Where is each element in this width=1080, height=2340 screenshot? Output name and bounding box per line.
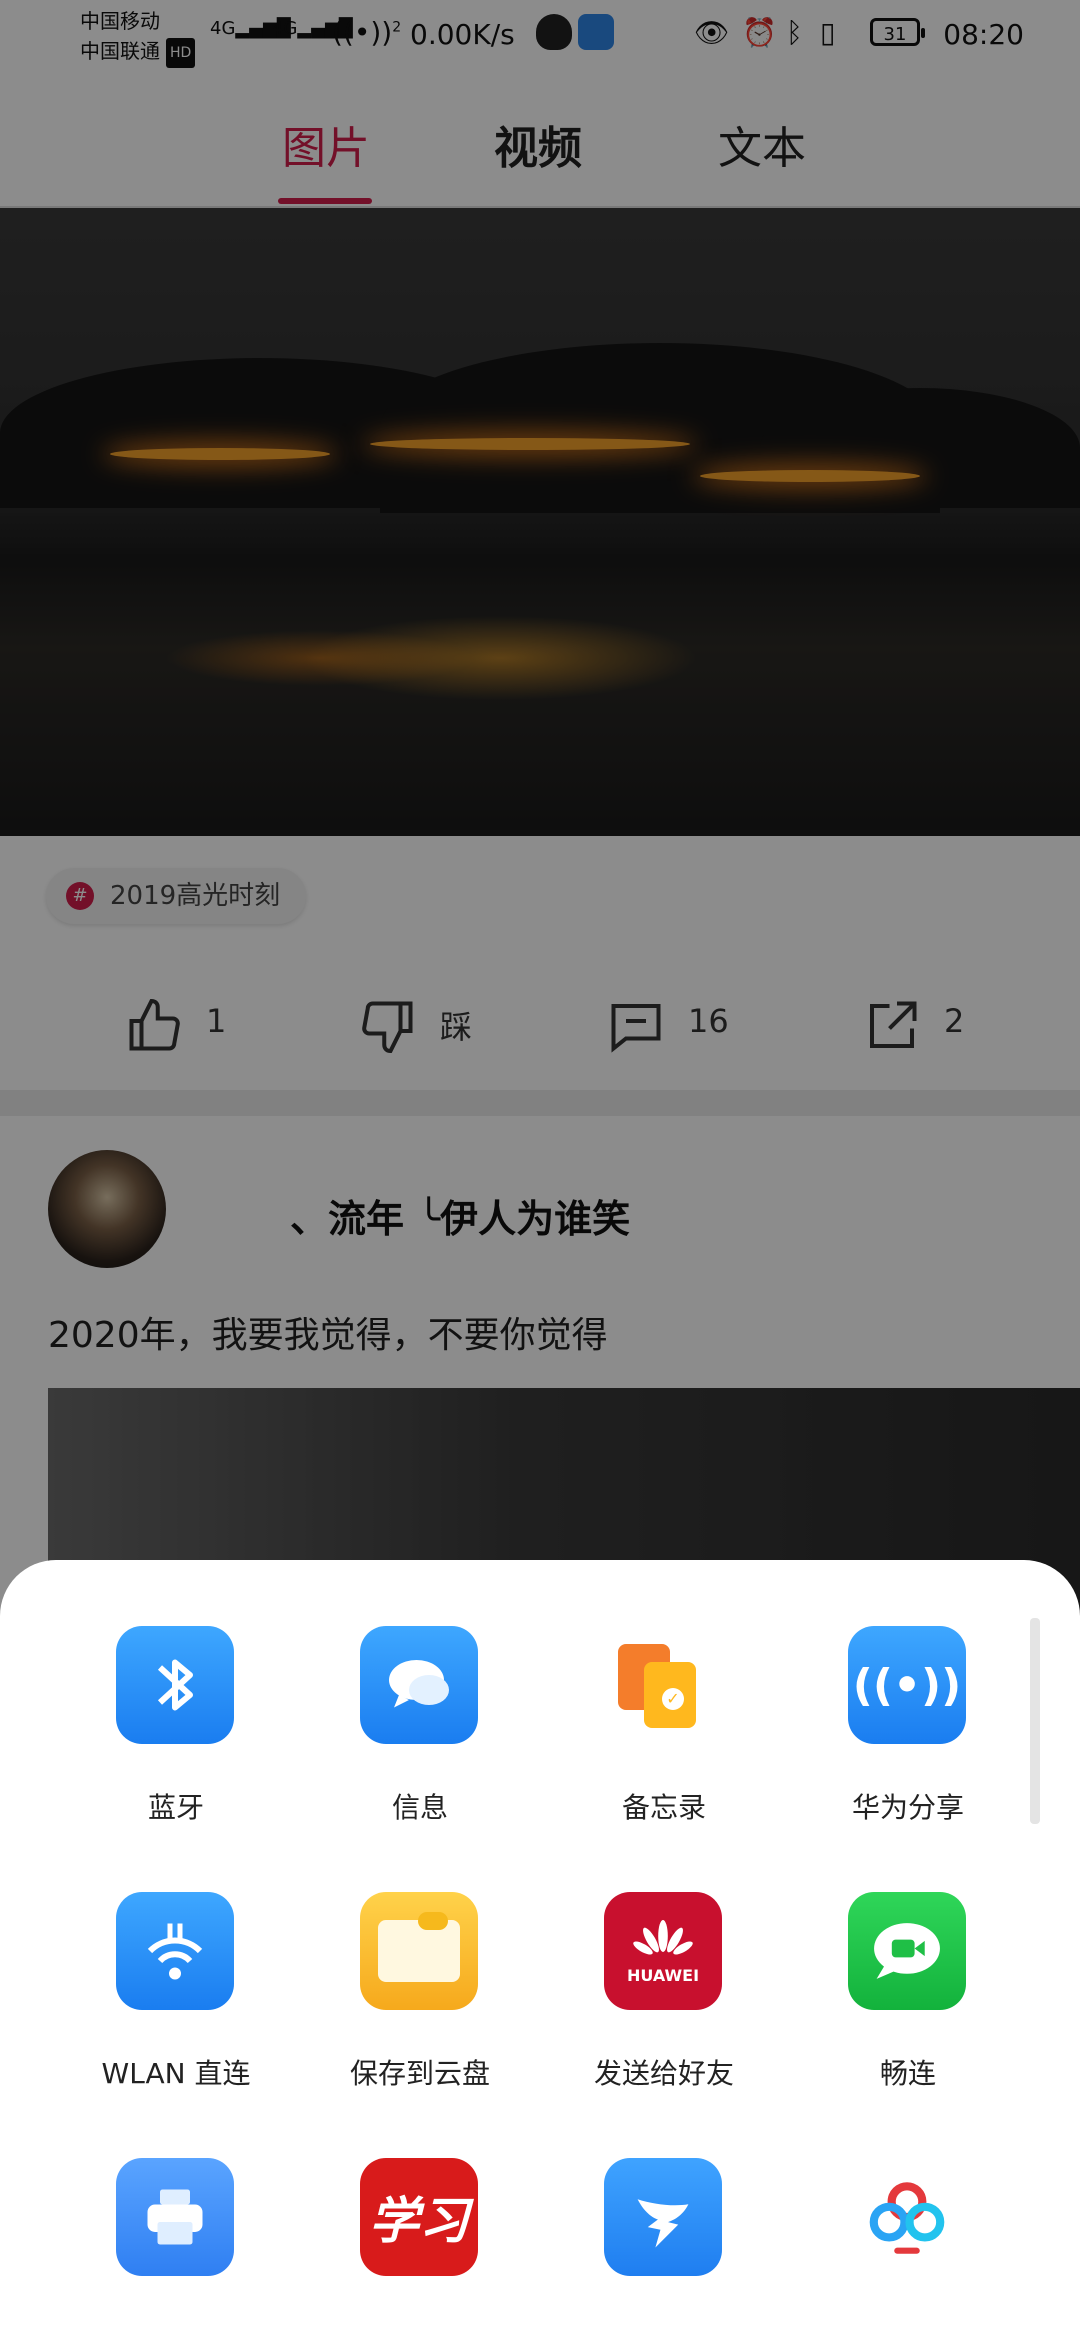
- dingtalk-icon: [604, 2158, 722, 2276]
- share-cloud-drive[interactable]: 保存到云盘: [310, 1826, 530, 2090]
- baidu-netdisk-icon: [848, 2158, 966, 2276]
- notepad-icon: ✓: [604, 1626, 722, 1744]
- huawei-share-icon: ((•)): [848, 1626, 966, 1744]
- video-call-icon: [848, 1892, 966, 2010]
- app-screen: 中国移动 中国联通 HD 4G▂▄▆█ 4G▂▄▆█ ((•))2 0.00K/s…: [0, 0, 1080, 2340]
- share-print[interactable]: [66, 2092, 286, 2312]
- share-label: 备忘录: [621, 1791, 706, 1824]
- share-label: 保存到云盘: [349, 2057, 490, 2090]
- share-label: 蓝牙: [147, 1791, 204, 1824]
- share-sheet: 蓝牙 信息 ✓ 备忘录 ((•)) 华为分享 WLAN 直连 保存到云盘 HUA…: [0, 1560, 1080, 2340]
- share-label: 信息: [391, 1791, 448, 1824]
- scrollbar[interactable]: [1030, 1618, 1040, 1824]
- printer-icon: [116, 2158, 234, 2276]
- share-label: 发送给好友: [593, 2057, 734, 2090]
- cloud-folder-icon: [360, 1892, 478, 2010]
- share-huawei-share[interactable]: ((•)) 华为分享: [798, 1560, 1018, 1824]
- share-message[interactable]: 信息: [310, 1560, 530, 1824]
- share-baidu-netdisk[interactable]: [798, 2092, 1018, 2312]
- share-dingtalk[interactable]: [554, 2092, 774, 2312]
- share-notepad[interactable]: ✓ 备忘录: [554, 1560, 774, 1824]
- share-send-to-friend[interactable]: HUAWEI 发送给好友: [554, 1826, 774, 2090]
- share-bluetooth[interactable]: 蓝牙: [66, 1560, 286, 1824]
- share-wlan-direct[interactable]: WLAN 直连: [66, 1826, 286, 2090]
- share-xuexi[interactable]: 学习: [310, 2092, 530, 2312]
- share-meetime[interactable]: 畅连: [798, 1826, 1018, 2090]
- share-label: 华为分享: [851, 1791, 964, 1824]
- share-label: WLAN 直连: [101, 2057, 251, 2090]
- wlan-direct-icon: [116, 1892, 234, 2010]
- bluetooth-icon: [116, 1626, 234, 1744]
- message-icon: [360, 1626, 478, 1744]
- share-label: 畅连: [879, 2057, 936, 2090]
- huawei-logo-icon: HUAWEI: [604, 1892, 722, 2010]
- xuexi-icon: 学习: [360, 2158, 478, 2276]
